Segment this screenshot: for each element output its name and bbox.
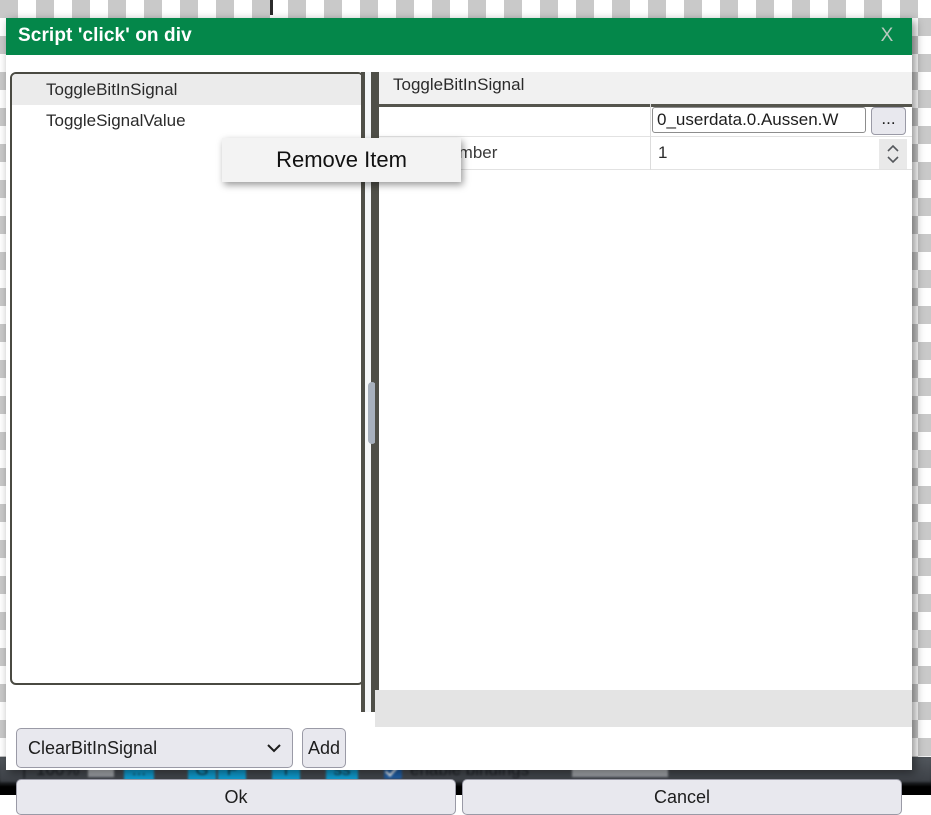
ok-button[interactable]: Ok bbox=[16, 779, 456, 815]
property-column-divider bbox=[650, 137, 651, 170]
property-column-divider bbox=[650, 104, 651, 137]
signal-type-value: ClearBitInSignal bbox=[28, 738, 158, 758]
dialog-title: Script 'click' on div bbox=[18, 25, 192, 46]
script-editor-dialog: Script 'click' on div X ToggleBitInSigna… bbox=[6, 18, 912, 815]
signal-path-input[interactable] bbox=[652, 107, 866, 133]
signal-type-select[interactable]: ClearBitInSignal bbox=[16, 728, 293, 768]
number-spinner[interactable] bbox=[879, 139, 907, 169]
spinner-chevrons-icon bbox=[887, 144, 899, 164]
property-panel-title: ToggleBitInSignal bbox=[393, 75, 525, 94]
browse-button[interactable]: ... bbox=[871, 107, 906, 135]
context-menu: Remove Item bbox=[222, 138, 461, 182]
add-button[interactable]: Add bbox=[302, 728, 346, 768]
close-icon[interactable]: X bbox=[876, 25, 898, 47]
dialog-body: ToggleBitInSignal ToggleSignalValue Togg… bbox=[6, 55, 912, 815]
chevron-down-icon bbox=[267, 744, 281, 753]
context-menu-item-remove[interactable]: Remove Item bbox=[222, 138, 461, 182]
property-panel-footer bbox=[375, 690, 912, 727]
dialog-titlebar: Script 'click' on div X bbox=[6, 18, 912, 55]
background-tick-mark bbox=[270, 0, 273, 15]
cancel-button[interactable]: Cancel bbox=[462, 779, 902, 815]
property-row-signal: ... bbox=[379, 104, 912, 137]
list-item[interactable]: ToggleBitInSignal bbox=[12, 74, 362, 105]
bitnumber-value[interactable]: 1 bbox=[658, 143, 667, 163]
list-item[interactable]: ToggleSignalValue bbox=[12, 105, 362, 136]
property-panel-header: ToggleBitInSignal bbox=[379, 72, 912, 107]
